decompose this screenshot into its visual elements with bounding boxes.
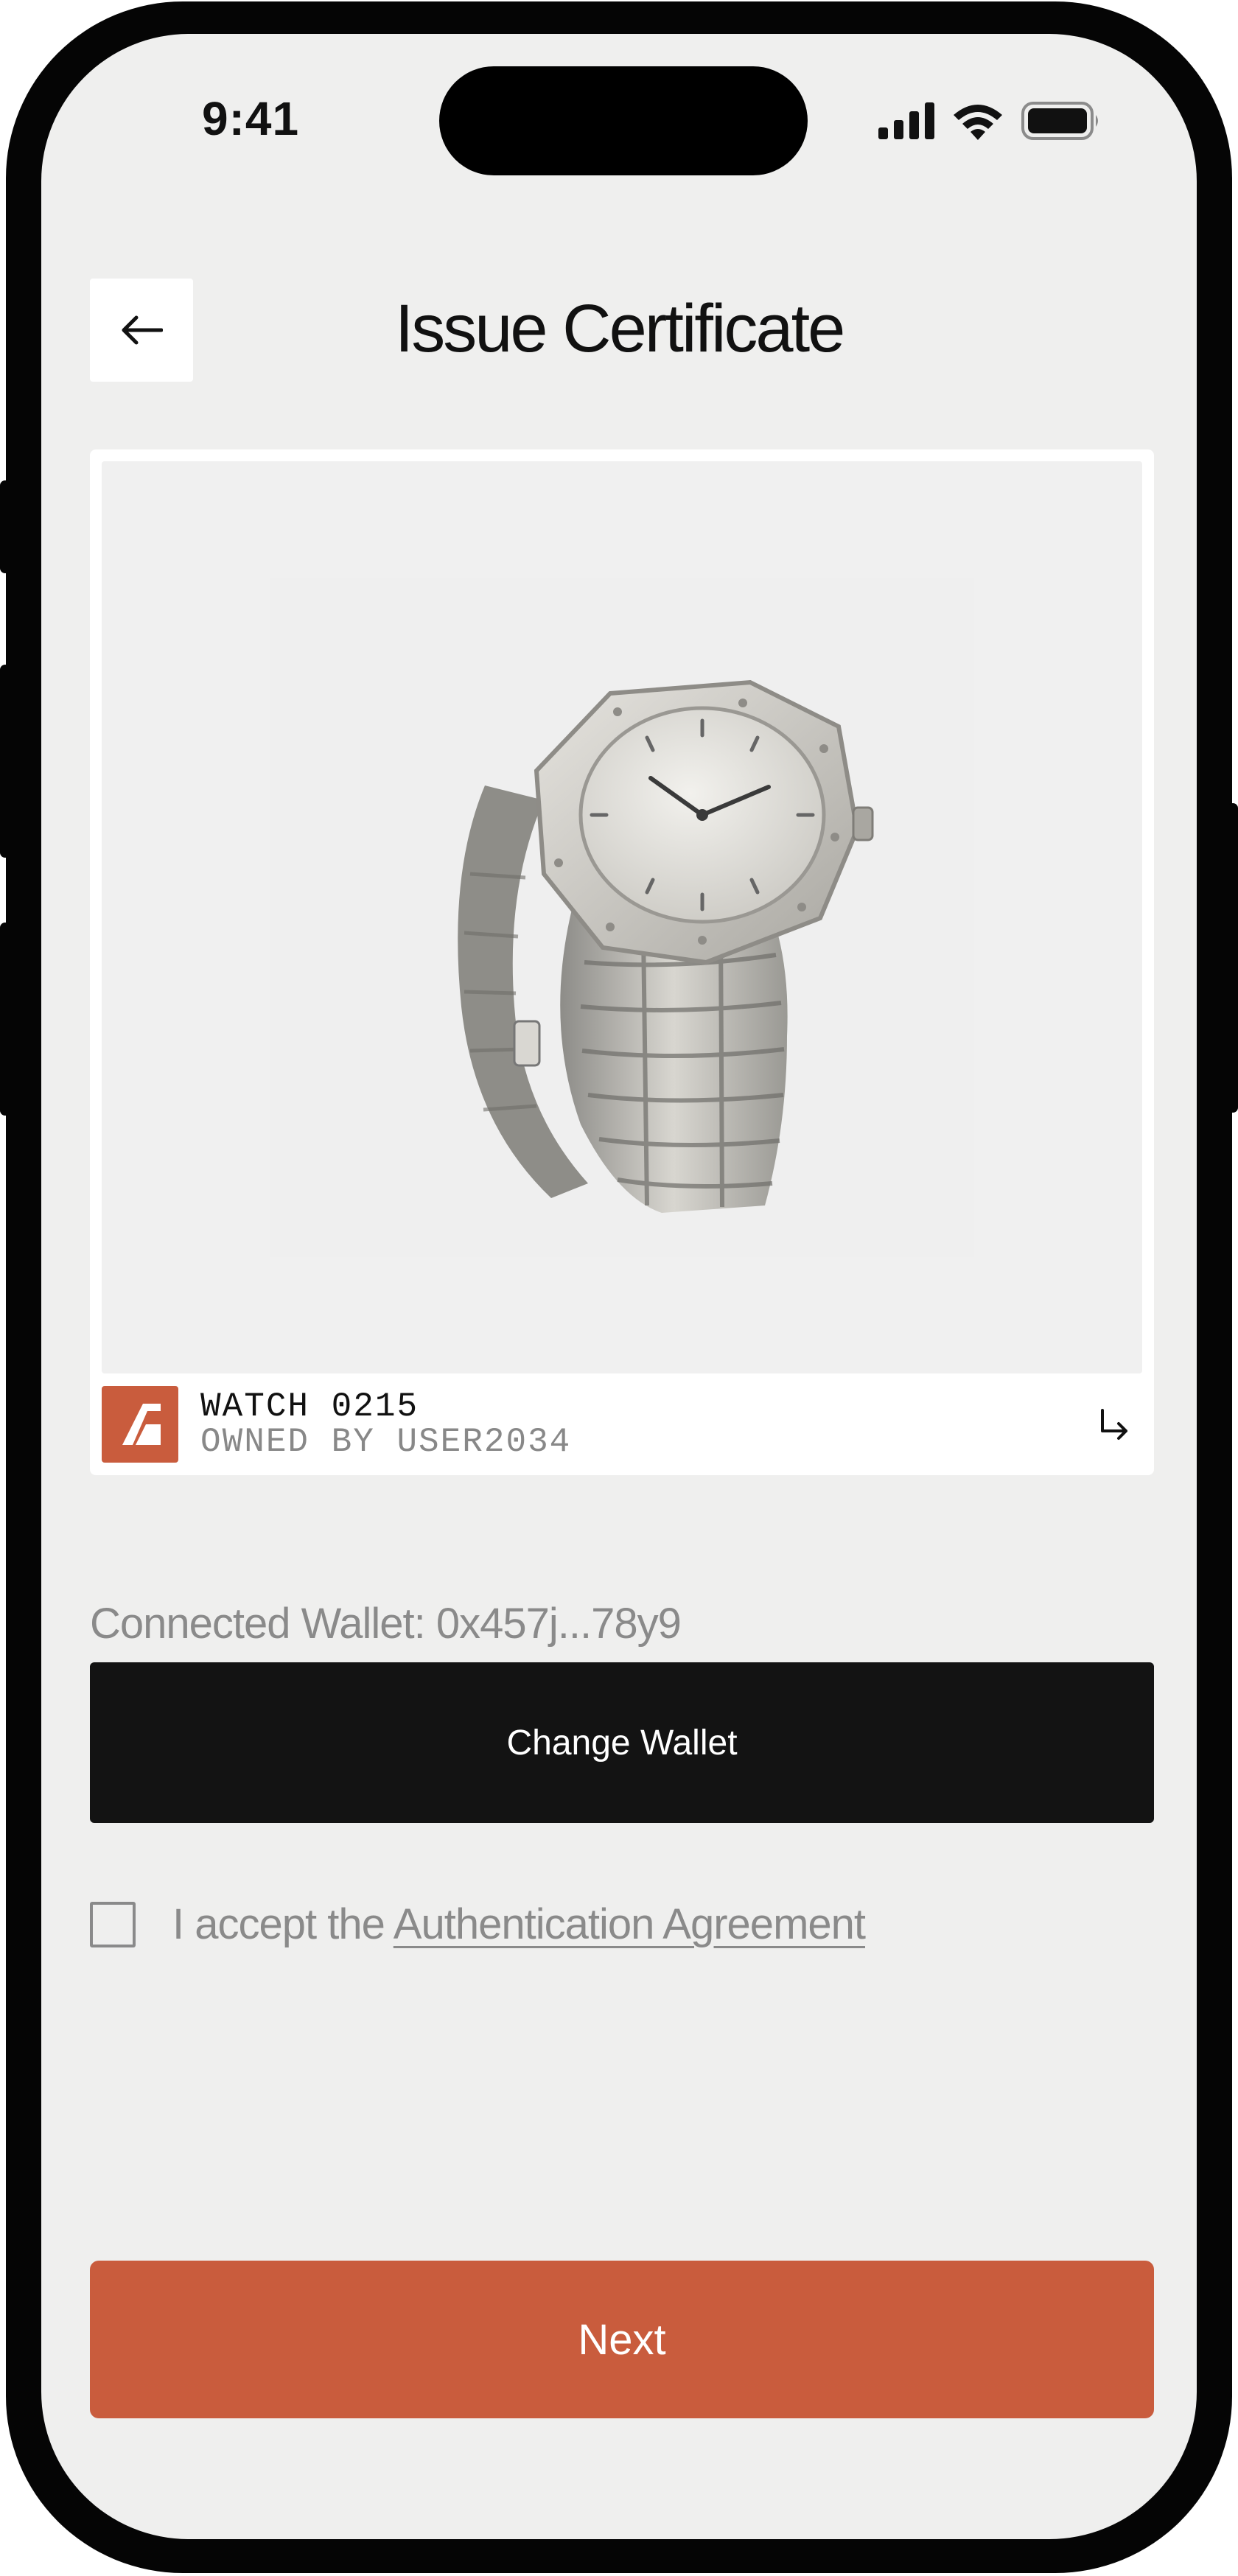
action-button (0, 480, 10, 573)
phone-frame: 9:41 Issue Certificate WATCH 0215 OWNED … (0, 1, 1238, 2573)
next-button[interactable]: Next (90, 2261, 1154, 2418)
wifi-icon (954, 105, 1002, 140)
watch-illustration (270, 578, 974, 1257)
cellular-signal-icon (878, 102, 934, 139)
status-time: 9:41 (202, 92, 300, 145)
change-wallet-button[interactable]: Change Wallet (90, 1662, 1154, 1823)
volume-down-button (0, 923, 10, 1116)
status-icons (878, 102, 1101, 140)
asset-info: WATCH 0215 OWNED BY USER2034 (102, 1385, 1142, 1463)
app-screen: 9:41 Issue Certificate WATCH 0215 OWNED … (41, 34, 1197, 2539)
asset-text: WATCH 0215 OWNED BY USER2034 (200, 1390, 571, 1459)
arrow-turn-down-right-icon[interactable] (1095, 1406, 1132, 1443)
authentication-agreement-link[interactable]: Authentication Agreement (394, 1900, 866, 1948)
watch-product-image (102, 461, 1142, 1373)
agreement-checkbox[interactable] (90, 1901, 136, 1947)
dynamic-island (439, 66, 808, 175)
asset-name: WATCH 0215 (200, 1387, 419, 1426)
volume-up-button (0, 665, 10, 858)
connected-wallet-label: Connected Wallet: 0x457j...78y9 (90, 1600, 682, 1648)
agreement-row: I accept the Authentication Agreement (90, 1900, 866, 1949)
agreement-prefix: I accept the (172, 1900, 394, 1948)
page-title: Issue Certificate (394, 291, 846, 366)
agreement-text: I accept the Authentication Agreement (172, 1900, 866, 1949)
asset-owner: OWNED BY USER2034 (200, 1423, 572, 1461)
power-button (1228, 803, 1238, 1113)
battery-icon (1021, 102, 1098, 140)
asset-card: WATCH 0215 OWNED BY USER2034 (90, 449, 1154, 1475)
brand-logo-icon (102, 1386, 178, 1463)
